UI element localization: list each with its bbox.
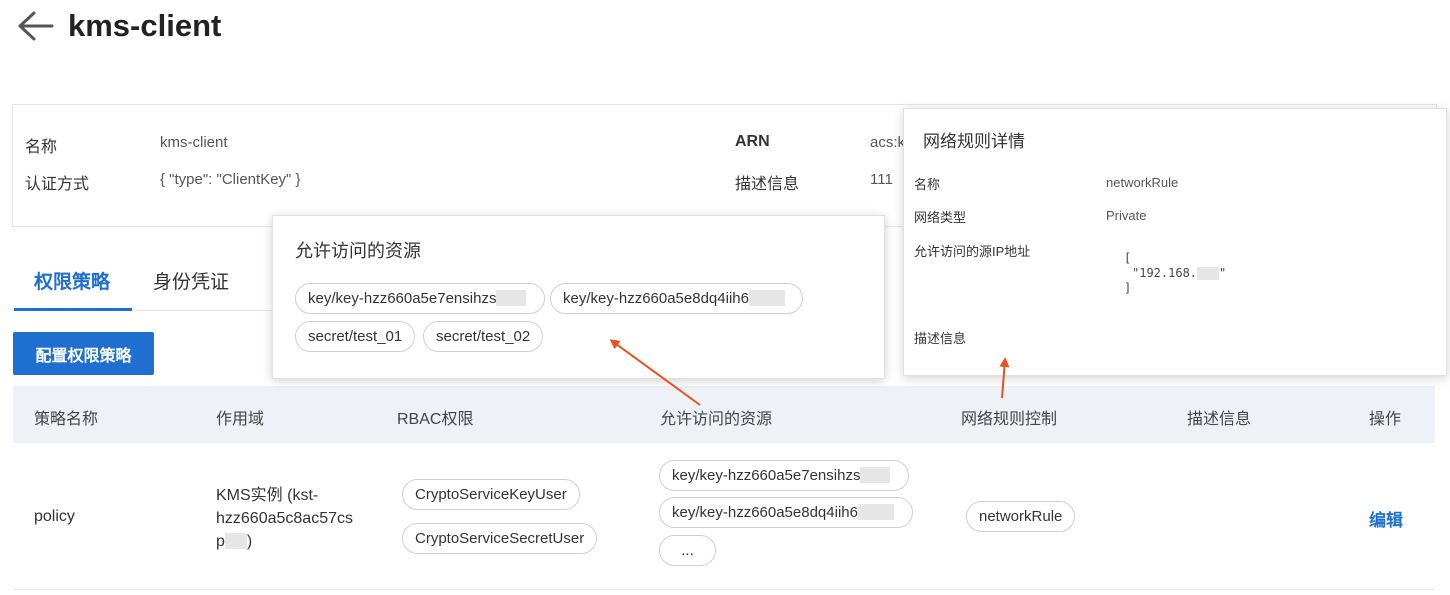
network-name-value: networkRule <box>1106 175 1179 190</box>
resource-pill: key/key-hzz660a5e7ensihzs <box>295 283 545 314</box>
redacted-mask <box>860 467 891 483</box>
resource-pill-text: key/key-hzz660a5e7ensihzs <box>308 290 497 307</box>
column-header-rbac: RBAC权限 <box>397 411 474 428</box>
ip-quote-close: " <box>1219 266 1227 280</box>
network-name-label: 名称 <box>914 177 941 192</box>
resource-pill[interactable]: key/key-hzz660a5e8dq4iih6 <box>659 497 913 528</box>
page-header: kms-client <box>0 0 1450 60</box>
back-arrow-icon[interactable] <box>16 9 54 43</box>
source-ip-label: 允许访问的源IP地址 <box>914 244 1031 259</box>
page-title: kms-client <box>68 8 222 43</box>
tab-identity-credential[interactable]: 身份凭证 <box>153 267 229 294</box>
popover-title: 允许访问的资源 <box>295 241 421 261</box>
scope-line-3-pre: p <box>216 533 225 550</box>
ip-value: "192.168. <box>1132 266 1198 280</box>
scope-line-1: KMS实例 (kst- <box>216 487 319 504</box>
arn-label: ARN <box>735 133 770 150</box>
tab-bar: 权限策略 身份凭证 <box>14 255 274 311</box>
more-resources-pill[interactable]: ... <box>659 535 716 566</box>
redacted-mask <box>1197 267 1220 280</box>
network-rule-pill[interactable]: networkRule <box>966 501 1076 532</box>
rbac-pill-key-user: CryptoServiceKeyUser <box>402 479 580 510</box>
column-header-network-rule: 网络规则控制 <box>961 411 1058 428</box>
column-header-resources: 允许访问的资源 <box>660 411 773 428</box>
resource-pill-text: key/key-hzz660a5e8dq4iih6 <box>563 290 749 307</box>
auth-value: { "type": "ClientKey" } <box>160 171 301 188</box>
network-type-value: Private <box>1106 208 1147 223</box>
arn-value: acs:k <box>870 134 906 151</box>
tab-permission-policy[interactable]: 权限策略 <box>34 267 110 294</box>
name-label: 名称 <box>25 139 58 156</box>
column-header-description: 描述信息 <box>1187 411 1252 428</box>
redacted-mask <box>748 290 785 306</box>
auth-label: 认证方式 <box>25 176 90 193</box>
column-header-scope: 作用域 <box>216 411 265 428</box>
source-ip-list: ["192.168. "] <box>1124 251 1226 296</box>
desc-label: 描述信息 <box>735 176 800 193</box>
scope-line-2: hzz660a5c8ac57cs <box>216 510 353 527</box>
column-header-policy-name: 策略名称 <box>34 411 99 428</box>
column-header-action: 操作 <box>1369 411 1402 428</box>
scope-line-3: p) <box>216 530 353 553</box>
name-value: kms-client <box>160 134 228 151</box>
network-rule-detail-popover: 网络规则详情 名称 networkRule 网络类型 Private 允许访问的… <box>903 108 1447 376</box>
redacted-mask <box>496 290 527 306</box>
resource-pill: secret/test_02 <box>423 321 544 352</box>
popover-title: 网络规则详情 <box>923 132 1025 151</box>
allowed-resources-popover: 允许访问的资源 key/key-hzz660a5e7ensihzs key/ke… <box>272 215 885 379</box>
resource-pill: key/key-hzz660a5e8dq4iih6 <box>550 283 803 314</box>
ip-list-entry: "192.168. " <box>1124 266 1226 281</box>
edit-link[interactable]: 编辑 <box>1369 506 1403 531</box>
resource-pill: secret/test_01 <box>295 321 416 352</box>
desc-value: 111 <box>870 171 893 188</box>
redacted-mask <box>224 533 247 549</box>
redacted-mask <box>857 504 894 520</box>
rbac-pill-secret-user: CryptoServiceSecretUser <box>402 523 598 554</box>
table-row: policy KMS实例 (kst- hzz660a5c8ac57cs p) C… <box>13 443 1435 590</box>
ip-list-close: ] <box>1124 281 1132 295</box>
ip-list-open: [ <box>1124 251 1132 265</box>
policy-name-cell: policy <box>34 508 75 525</box>
resource-pill[interactable]: key/key-hzz660a5e7ensihzs <box>659 460 909 491</box>
active-tab-indicator <box>14 308 132 311</box>
network-type-label: 网络类型 <box>914 210 967 225</box>
scope-line-3-post: ) <box>246 533 253 550</box>
resource-pill-text: key/key-hzz660a5e7ensihzs <box>672 467 861 484</box>
network-desc-label: 描述信息 <box>914 331 967 346</box>
configure-policy-button[interactable]: 配置权限策略 <box>13 332 154 375</box>
table-header: 策略名称 作用域 RBAC权限 允许访问的资源 网络规则控制 描述信息 操作 <box>13 386 1435 443</box>
scope-cell: KMS实例 (kst- hzz660a5c8ac57cs p) <box>216 484 353 553</box>
resource-pill-text: key/key-hzz660a5e8dq4iih6 <box>672 504 858 521</box>
